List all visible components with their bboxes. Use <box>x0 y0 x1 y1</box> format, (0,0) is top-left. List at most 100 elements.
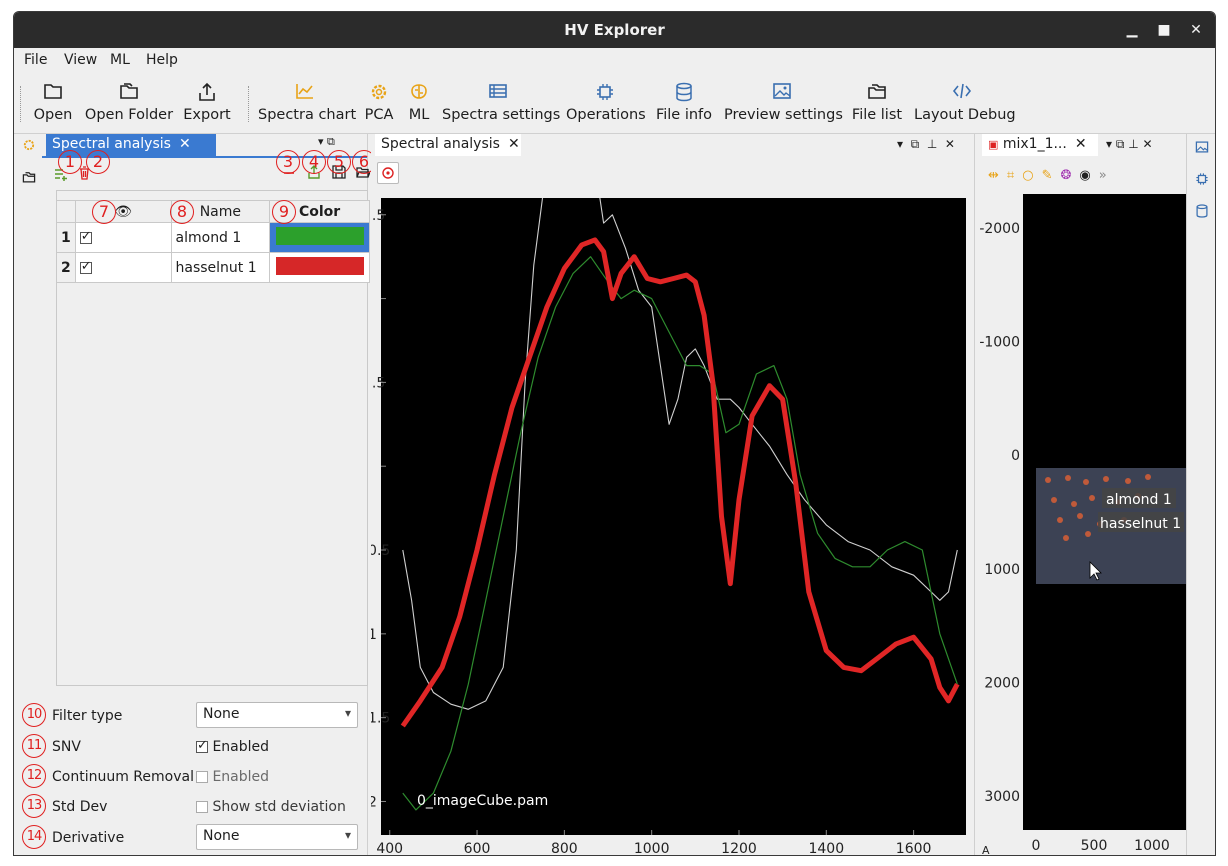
panel-controls[interactable]: ▾ ⧉ ⊥ ✕ <box>1106 137 1153 152</box>
layout-debug-button[interactable]: Layout Debug <box>914 72 1016 134</box>
open-label: Open <box>33 107 73 123</box>
y-tick-label: 1.5 <box>371 208 385 224</box>
more-icon[interactable]: » <box>1099 168 1115 183</box>
ml-button[interactable]: ML <box>404 72 434 134</box>
crosshair-icon <box>382 167 394 179</box>
tab-label: mix1_1... <box>1002 136 1067 152</box>
y-tick-label: 0 <box>371 459 372 475</box>
preview-settings-button[interactable]: Preview settings <box>724 72 843 134</box>
paint-icon[interactable]: ✎ <box>1042 168 1061 183</box>
continuum-removal-checkbox[interactable] <box>196 771 208 783</box>
chip-icon <box>597 84 613 100</box>
left-panel: Spectral analysis✕ ▾ ⧉ 👁 Name Color 1 al… <box>22 134 376 855</box>
snv-checkbox-row[interactable]: Enabled <box>196 738 269 755</box>
tab-spectral-analysis-center[interactable]: Spectral analysis ✕ <box>375 134 521 156</box>
color-swatch <box>275 226 364 245</box>
close-icon[interactable]: ✕ <box>508 136 520 152</box>
database-icon <box>676 82 692 102</box>
eye-icon[interactable]: ◉ <box>1079 168 1098 183</box>
image-preview[interactable]: almond 1 hasselnut 1 -2000 -1000 0 1000 2000… <box>978 194 1186 856</box>
crop-icon[interactable]: ⌗ <box>1007 168 1022 183</box>
derivative-select[interactable]: None <box>196 824 358 850</box>
continuum-removal-checkbox-row[interactable]: Enabled <box>196 769 269 785</box>
name-cell[interactable]: hasselnut 1 <box>170 252 271 283</box>
chip-icon[interactable] <box>1195 172 1209 186</box>
std-dev-checkbox-row[interactable]: Show std deviation <box>196 799 346 815</box>
color-cell[interactable] <box>269 252 370 283</box>
export-button[interactable]: Export <box>182 72 232 134</box>
filter-type-select[interactable]: None <box>196 702 358 728</box>
image-y-tick-label: 2000 <box>984 675 1020 691</box>
image-y-tick-label: -2000 <box>979 221 1020 237</box>
image-icon[interactable] <box>1195 140 1209 154</box>
x-tick-label: 1000 <box>634 841 670 856</box>
operations-button[interactable]: Operations <box>566 72 646 134</box>
close-icon[interactable]: ✕ <box>1075 136 1087 152</box>
export-icon <box>199 82 215 101</box>
image-x-tick-label: 0 <box>1032 838 1041 854</box>
menu-ml[interactable]: ML <box>110 52 130 68</box>
std-dev-checkbox[interactable] <box>196 801 208 813</box>
title-bar: HV Explorer ▁ ■ ✕ <box>14 12 1215 48</box>
folder-icon[interactable] <box>22 170 36 184</box>
image-y-axis-bg <box>978 194 1023 855</box>
visibility-cell[interactable] <box>74 222 172 253</box>
annotation-7: 7 <box>92 200 116 224</box>
annotation-11: 11 <box>22 734 46 758</box>
circle-tool-icon[interactable]: ○ <box>1022 168 1041 183</box>
annotation-10: 10 <box>22 703 46 727</box>
file-info-button[interactable]: File info <box>654 72 714 134</box>
spectra-plot[interactable]: 1.5 1 0.5 0 -0.5 -1 -1.5 -2 400 600 800 1000 1200 14… <box>371 190 975 856</box>
menu-bar: File View ML Help <box>14 48 1215 72</box>
visibility-header[interactable]: 👁 <box>74 200 172 223</box>
open-button[interactable]: Open <box>32 72 74 134</box>
annotation-2: 2 <box>86 150 110 174</box>
continuum-removal-label: Continuum Removal <box>52 769 194 785</box>
pca-button[interactable]: PCA <box>360 72 398 134</box>
brain-icon[interactable]: ❂ <box>1060 168 1079 183</box>
image-icon <box>773 83 791 99</box>
visibility-checkbox[interactable] <box>79 259 92 274</box>
name-cell[interactable]: almond 1 <box>170 222 271 253</box>
maximize-icon[interactable]: ■ <box>1154 20 1174 40</box>
toolbar: Open Open Folder Export Spectra chart PC… <box>14 72 1215 134</box>
minimize-icon[interactable]: ▁ <box>1122 20 1142 40</box>
float-icon[interactable]: ▾ ⧉ <box>318 135 335 149</box>
y-tick-label: -0.5 <box>371 543 390 559</box>
visibility-checkbox[interactable] <box>79 229 92 244</box>
x-tick-label: 1600 <box>896 841 932 856</box>
close-icon[interactable]: ✕ <box>1186 20 1206 40</box>
menu-help[interactable]: Help <box>146 52 178 68</box>
x-tick-label: 600 <box>464 841 491 856</box>
snv-label: SNV <box>52 739 81 755</box>
table-row[interactable]: 2 hasselnut 1 <box>56 252 370 283</box>
right-panel: ▣ mix1_1... ✕ ▾ ⧉ ⊥ ✕ ⇹⌗○✎❂◉» almond 1 ha… <box>978 134 1186 856</box>
spectra-settings-button[interactable]: Spectra settings <box>442 72 560 134</box>
open-folder-button[interactable]: Open Folder <box>84 72 174 134</box>
close-icon[interactable]: ✕ <box>179 136 191 152</box>
list-icon <box>489 84 507 98</box>
annotation-4: 4 <box>302 150 326 174</box>
image-tools-row[interactable]: ⇹⌗○✎❂◉» <box>988 168 1115 183</box>
panel-controls[interactable]: ▾ ⧉ ⊥ ✕ <box>897 137 955 152</box>
menu-file[interactable]: File <box>24 52 47 68</box>
y-tick-label: -2 <box>371 794 377 810</box>
table-row[interactable]: 1 almond 1 <box>56 222 370 253</box>
row-index-header <box>56 200 76 223</box>
snv-checkbox[interactable] <box>196 738 208 753</box>
menu-view[interactable]: View <box>64 52 97 68</box>
file-list-button[interactable]: File list <box>848 72 906 134</box>
gear-icon[interactable] <box>22 138 36 152</box>
database-icon[interactable] <box>1195 204 1209 218</box>
y-tick-label: -1 <box>371 627 377 643</box>
crosshair-button[interactable] <box>377 162 399 184</box>
color-cell[interactable] <box>269 222 370 253</box>
split-icon[interactable]: ⇹ <box>988 168 1007 183</box>
spectra-chart-button[interactable]: Spectra chart <box>258 72 356 134</box>
image-y-tick-label: 3000 <box>984 789 1020 805</box>
auto-range-button[interactable]: A <box>982 844 990 856</box>
visibility-cell[interactable] <box>74 252 172 283</box>
app-window: HV Explorer ▁ ■ ✕ File View ML Help Open… <box>13 11 1216 856</box>
derivative-label: Derivative <box>52 830 125 846</box>
tab-image-preview[interactable]: ▣ mix1_1... ✕ <box>982 134 1098 156</box>
